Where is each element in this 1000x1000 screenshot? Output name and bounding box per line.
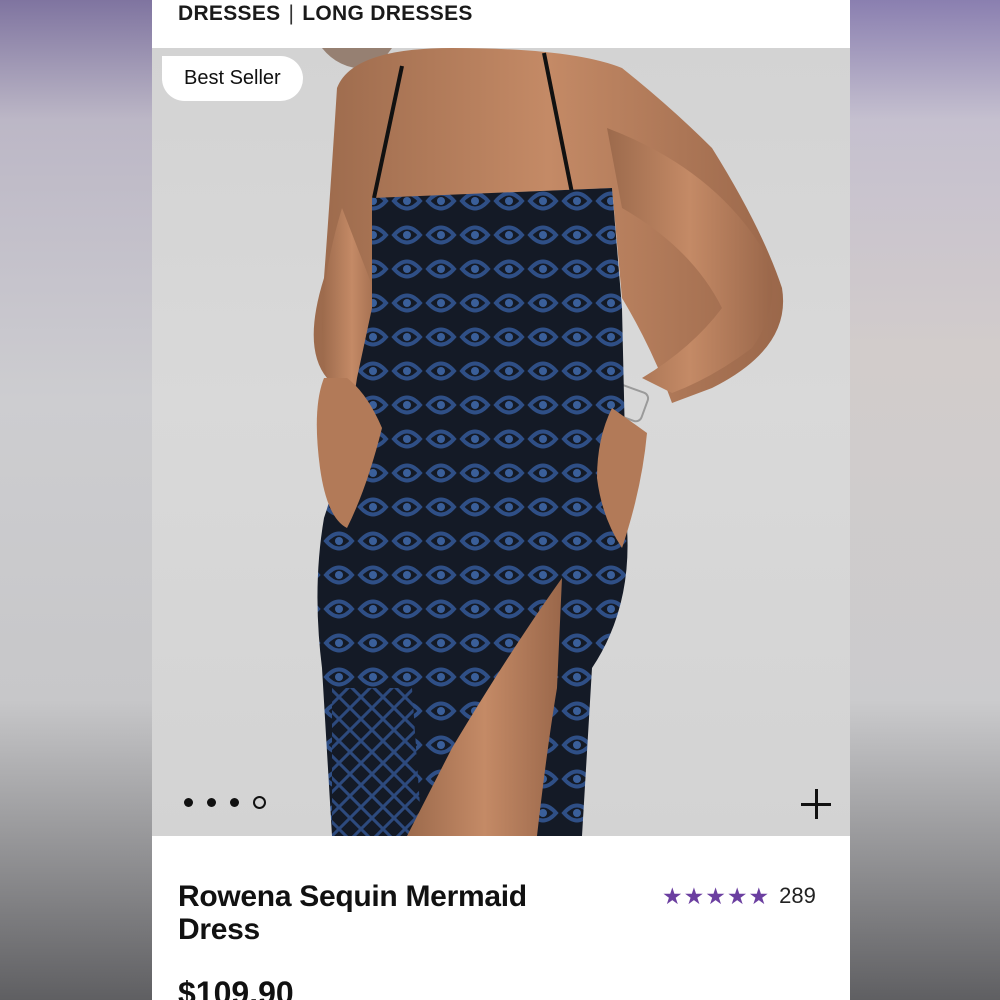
product-title-line1: Rowena Sequin Mermaid bbox=[178, 880, 527, 913]
product-title: Rowena Sequin Mermaid Dress bbox=[178, 880, 598, 946]
product-rating[interactable]: ★ ★ ★ ★ ★ 289 bbox=[662, 883, 816, 909]
carousel-indicator bbox=[184, 796, 266, 809]
rating-stars: ★ ★ ★ ★ ★ bbox=[662, 884, 769, 908]
product-page: DRESSES | LONG DRESSES Best Seller Rowen… bbox=[152, 0, 850, 1000]
review-count: 289 bbox=[779, 883, 816, 908]
carousel-dot[interactable] bbox=[184, 798, 193, 807]
breadcrumb-dresses[interactable]: DRESSES bbox=[178, 2, 280, 26]
carousel-dot[interactable] bbox=[207, 798, 216, 807]
product-photo bbox=[313, 48, 784, 836]
product-price: $109.90 bbox=[178, 975, 294, 1000]
breadcrumb-separator: | bbox=[288, 2, 295, 25]
star-icon: ★ bbox=[726, 883, 748, 909]
star-icon: ★ bbox=[662, 883, 683, 909]
carousel-dot-active[interactable] bbox=[253, 796, 266, 809]
breadcrumb-long-dresses[interactable]: LONG DRESSES bbox=[302, 2, 472, 26]
star-icon: ★ bbox=[705, 883, 726, 909]
best-seller-badge: Best Seller bbox=[162, 56, 303, 101]
breadcrumb: DRESSES | LONG DRESSES bbox=[178, 0, 473, 28]
right-blur-border bbox=[850, 0, 1000, 1000]
product-image-carousel[interactable]: Best Seller bbox=[152, 48, 850, 836]
left-blur-border bbox=[0, 0, 152, 1000]
product-title-line2: Dress bbox=[178, 913, 260, 946]
carousel-dot[interactable] bbox=[230, 798, 239, 807]
star-icon: ★ bbox=[683, 883, 705, 909]
zoom-plus-icon[interactable] bbox=[798, 786, 834, 822]
star-icon: ★ bbox=[748, 883, 770, 909]
